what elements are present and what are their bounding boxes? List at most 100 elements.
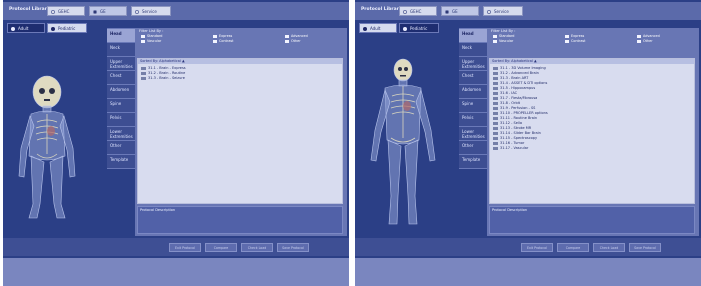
- protocol-description-label: Protocol Description: [492, 208, 528, 212]
- filter-other[interactable]: Other: [285, 39, 301, 43]
- tab-pelvis[interactable]: Pelvis: [107, 112, 138, 127]
- filter-contrast[interactable]: Contrast: [213, 39, 234, 43]
- sort-header[interactable]: Sorted By: Alphabetical ▲: [490, 59, 694, 64]
- checkbox-icon: [141, 34, 145, 38]
- library-option-service[interactable]: Service: [483, 6, 523, 16]
- filter-standard[interactable]: Standard: [493, 34, 514, 38]
- filter-express[interactable]: Express: [565, 34, 584, 38]
- tab-other[interactable]: Other: [459, 140, 490, 155]
- protocol-description-panel: Protocol Description: [489, 206, 695, 234]
- list-item[interactable]: 31.1 - 3D Volume Imaging: [493, 66, 546, 71]
- radio-icon: [403, 10, 407, 14]
- library-option-gehc[interactable]: GEHC: [399, 6, 437, 16]
- tab-abdomen[interactable]: Abdomen: [459, 84, 490, 99]
- protocol-library-bar: Protocol Library GEHC GE Service: [3, 2, 349, 20]
- list-item[interactable]: 31.13 - Stroke MR: [493, 126, 531, 131]
- protocol-library-label: Protocol Library: [9, 7, 50, 12]
- tab-template[interactable]: Template: [459, 154, 490, 169]
- list-item[interactable]: 31.11 - Routine Brain: [493, 116, 537, 121]
- list-item[interactable]: 31.16 - Tumor: [493, 141, 524, 146]
- list-item[interactable]: 31.14 - Slider Bar Brain: [493, 131, 541, 136]
- filter-express[interactable]: Express: [213, 34, 232, 38]
- tab-other[interactable]: Other: [107, 140, 138, 155]
- tab-neck[interactable]: Neck: [459, 42, 490, 57]
- list-item[interactable]: 31.3 - Brain - Seizure: [141, 76, 185, 81]
- age-option-adult[interactable]: Adult: [359, 23, 397, 33]
- folder-icon: [493, 66, 498, 70]
- filter-vascular[interactable]: Vascular: [493, 39, 513, 43]
- library-option-gehc[interactable]: GEHC: [47, 6, 85, 16]
- adult-anatomy-figure[interactable]: [355, 36, 459, 236]
- filter-other[interactable]: Other: [637, 39, 653, 43]
- tab-template[interactable]: Template: [107, 154, 138, 169]
- compare-button[interactable]: Compare: [205, 243, 237, 252]
- library-option-service[interactable]: Service: [131, 6, 171, 16]
- radio-icon: [51, 10, 55, 14]
- list-item[interactable]: 31.4 - ASSET & DTI options: [493, 81, 547, 86]
- list-item[interactable]: 31.2 - Brain - Routine: [141, 71, 185, 76]
- list-item[interactable]: 31.7 - Fiesta/Fibrousa: [493, 96, 537, 101]
- pediatric-anatomy-figure[interactable]: [3, 36, 107, 236]
- checkbox-icon: [637, 34, 641, 38]
- age-option-adult[interactable]: Adult: [7, 23, 45, 33]
- tab-head[interactable]: Head: [459, 28, 490, 43]
- list-item[interactable]: 31.5 - Hippocampus: [493, 86, 535, 91]
- list-item[interactable]: 31.17 - Vascular: [493, 146, 528, 151]
- sort-header[interactable]: Sorted By: Alphabetical ▲: [138, 59, 342, 64]
- exit-protocol-button[interactable]: Exit Protocol: [169, 243, 201, 252]
- tab-lower-extremities[interactable]: Lower Extremities: [459, 126, 490, 141]
- save-protocol-button[interactable]: Save Protocol: [277, 243, 309, 252]
- save-protocol-button[interactable]: Save Protocol: [629, 243, 661, 252]
- age-option-pediatric[interactable]: Pediatric: [47, 23, 87, 33]
- tab-abdomen[interactable]: Abdomen: [107, 84, 138, 99]
- filter-contrast[interactable]: Contrast: [565, 39, 586, 43]
- filter-advanced[interactable]: Advanced: [285, 34, 308, 38]
- filter-label: Filter List By :: [139, 29, 164, 33]
- list-item[interactable]: 31.12 - Sella: [493, 121, 522, 126]
- tab-head[interactable]: Head: [107, 28, 138, 43]
- tab-upper-extremities[interactable]: Upper Extremities: [107, 56, 138, 71]
- filter-vascular[interactable]: Vascular: [141, 39, 161, 43]
- radio-icon: [363, 27, 367, 31]
- list-item[interactable]: 31.15 - Spectroscopy: [493, 136, 537, 141]
- protocol-library-label: Protocol Library: [361, 7, 402, 12]
- folder-icon: [493, 106, 498, 110]
- list-item[interactable]: 31.6 - IAC: [493, 91, 517, 96]
- list-item[interactable]: 31.9 - Perfusion - SS: [493, 106, 535, 111]
- list-item[interactable]: 31.10 - PROPELLER options: [493, 111, 548, 116]
- protocol-list[interactable]: Sorted By: Alphabetical ▲ 31.1 - Brain -…: [137, 58, 343, 204]
- list-item[interactable]: 31.8 - Orbit: [493, 101, 520, 106]
- check-load-button[interactable]: Check Load: [593, 243, 625, 252]
- tab-pelvis[interactable]: Pelvis: [459, 112, 490, 127]
- tab-spine[interactable]: Spine: [107, 98, 138, 113]
- protocol-list[interactable]: Sorted By: Alphabetical ▲ 31.1 - 3D Volu…: [489, 58, 695, 204]
- tab-lower-extremities[interactable]: Lower Extremities: [107, 126, 138, 141]
- compare-button[interactable]: Compare: [557, 243, 589, 252]
- folder-icon: [493, 146, 498, 150]
- list-item[interactable]: 31.1 - Brain - Express: [141, 66, 186, 71]
- filter-advanced[interactable]: Advanced: [637, 34, 660, 38]
- radio-icon: [445, 10, 449, 14]
- library-option-ge[interactable]: GE: [441, 6, 479, 16]
- tab-chest[interactable]: Chest: [459, 70, 490, 85]
- filter-standard[interactable]: Standard: [141, 34, 162, 38]
- radio-icon: [93, 10, 97, 14]
- folder-icon: [493, 116, 498, 120]
- action-bar: Exit Protocol Compare Check Load Save Pr…: [355, 238, 701, 256]
- age-option-pediatric[interactable]: Pediatric: [399, 23, 439, 33]
- list-item[interactable]: 31.2 - Advanced Brain: [493, 71, 539, 76]
- folder-icon: [493, 101, 498, 105]
- folder-icon: [493, 81, 498, 85]
- library-option-ge[interactable]: GE: [89, 6, 127, 16]
- exit-protocol-button[interactable]: Exit Protocol: [521, 243, 553, 252]
- folder-icon: [493, 136, 498, 140]
- folder-icon: [493, 96, 498, 100]
- tab-neck[interactable]: Neck: [107, 42, 138, 57]
- checkbox-icon: [213, 34, 217, 38]
- radio-icon: [487, 10, 491, 14]
- tab-upper-extremities[interactable]: Upper Extremities: [459, 56, 490, 71]
- list-item[interactable]: 31.3 - Brain ART: [493, 76, 528, 81]
- tab-spine[interactable]: Spine: [459, 98, 490, 113]
- check-load-button[interactable]: Check Load: [241, 243, 273, 252]
- tab-chest[interactable]: Chest: [107, 70, 138, 85]
